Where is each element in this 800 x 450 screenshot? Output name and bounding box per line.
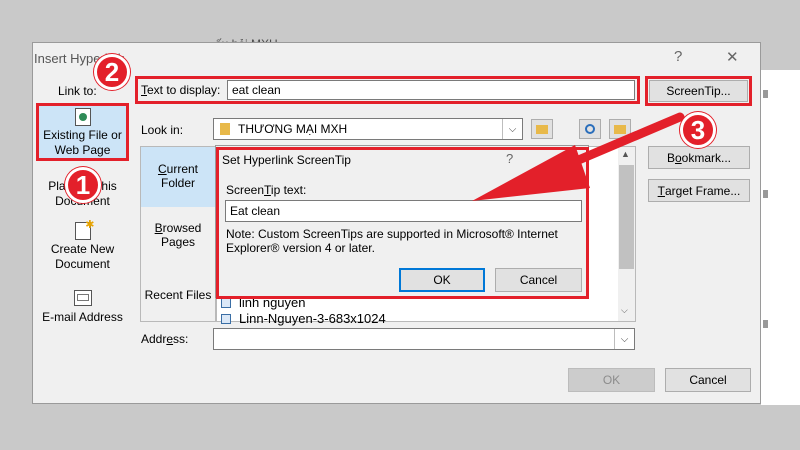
arrow-head: [472, 145, 590, 201]
annotation-arrow: [472, 112, 685, 201]
step-3-badge: 3: [680, 112, 716, 148]
